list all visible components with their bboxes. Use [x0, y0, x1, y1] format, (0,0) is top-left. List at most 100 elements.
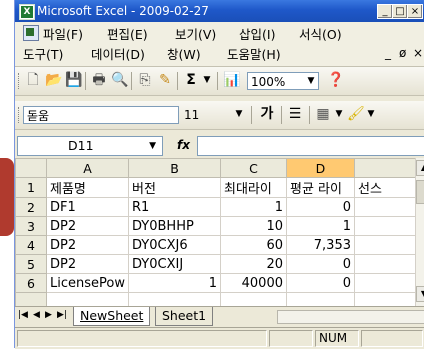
cell[interactable]: 20 — [219, 254, 287, 274]
cell[interactable]: DP2 — [46, 235, 129, 255]
scroll-up-icon[interactable]: ▲ — [416, 160, 424, 176]
menu-file[interactable]: 파일(F) — [43, 24, 83, 43]
cell[interactable]: DP2 — [46, 254, 129, 274]
cell[interactable]: DF1 — [46, 197, 129, 217]
next-sheet-icon[interactable]: ▶ — [45, 310, 52, 320]
doc-restore-button[interactable]: ø — [399, 46, 406, 60]
maximize-button[interactable]: □ — [392, 4, 408, 19]
horizontal-scrollbar[interactable] — [277, 310, 424, 324]
menu-edit[interactable]: 편집(E) — [107, 24, 148, 43]
first-sheet-icon[interactable]: |◀ — [18, 310, 28, 320]
cell[interactable]: 버전 — [127, 177, 221, 198]
chevron-down-icon[interactable]: ▼ — [149, 137, 156, 155]
chevron-down-icon[interactable]: ▼ — [363, 106, 379, 122]
menu-view[interactable]: 보기(V) — [175, 24, 216, 43]
chart-wizard-icon[interactable]: 📊 — [223, 72, 240, 88]
scroll-down-icon[interactable]: ▼ — [416, 286, 424, 302]
row-header[interactable]: 6 — [15, 273, 47, 293]
borders-icon[interactable]: ▦ — [315, 106, 331, 122]
close-button[interactable]: × — [407, 4, 423, 19]
cell[interactable]: 제품명 — [46, 177, 129, 198]
column-header-a[interactable]: A — [46, 158, 129, 178]
cell[interactable]: 평균 라이 — [285, 177, 355, 198]
row-header[interactable]: 2 — [15, 197, 47, 217]
open-icon[interactable]: 📂 — [45, 72, 62, 88]
chevron-down-icon[interactable]: ▼ — [331, 106, 347, 122]
cell[interactable]: 40000 — [219, 273, 287, 293]
toolbar-grip[interactable] — [18, 73, 22, 89]
cell[interactable]: 1 — [285, 216, 355, 236]
cell[interactable]: R1 — [127, 197, 221, 217]
row-header[interactable] — [15, 292, 47, 306]
print-icon[interactable]: 🖶 — [91, 72, 107, 88]
bold-button[interactable]: 가 — [259, 106, 275, 122]
autosum-icon[interactable]: Σ — [183, 72, 199, 88]
menu-insert[interactable]: 삽입(I) — [239, 24, 275, 43]
align-center-icon[interactable]: ☰ — [287, 106, 303, 122]
print-preview-icon[interactable]: 🔍 — [111, 72, 128, 88]
cell[interactable]: 1 — [219, 197, 287, 217]
cell[interactable]: DY0CXIJ — [127, 254, 221, 274]
menu-data[interactable]: 데이터(D) — [91, 44, 145, 63]
font-name-select[interactable]: 돋움 — [23, 106, 179, 124]
cell[interactable] — [353, 273, 418, 293]
cell[interactable]: 선스 — [353, 177, 418, 198]
format-painter-icon[interactable]: ✎ — [157, 72, 173, 88]
prev-sheet-icon[interactable]: ◀ — [33, 310, 40, 320]
row-header[interactable]: 5 — [15, 254, 47, 274]
save-icon[interactable]: 💾 — [65, 72, 82, 88]
cell[interactable]: 60 — [219, 235, 287, 255]
cell[interactable] — [353, 216, 418, 236]
cell[interactable]: 1 — [127, 273, 221, 293]
minimize-button[interactable]: _ — [377, 4, 393, 19]
last-sheet-icon[interactable]: ▶| — [57, 310, 67, 320]
column-header-b[interactable]: B — [127, 158, 221, 178]
menu-help[interactable]: 도움말(H) — [227, 44, 281, 63]
scroll-thumb[interactable] — [416, 180, 424, 204]
select-all-corner[interactable] — [15, 158, 47, 178]
name-box[interactable]: D11 ▼ — [17, 136, 163, 156]
tab-sheet1[interactable]: Sheet1 — [155, 307, 214, 326]
toolbar-grip[interactable] — [18, 107, 22, 123]
cell[interactable]: 10 — [219, 216, 287, 236]
column-header-d[interactable]: D — [285, 158, 355, 178]
cell[interactable]: LicensePow — [46, 273, 129, 293]
excel-icon[interactable]: X — [19, 4, 35, 20]
cell[interactable] — [353, 292, 418, 306]
copy-icon[interactable]: ⎘ — [137, 72, 153, 88]
menu-window[interactable]: 창(W) — [167, 44, 201, 63]
cell[interactable]: DP2 — [46, 216, 129, 236]
cell[interactable]: 0 — [285, 273, 355, 293]
menu-tools[interactable]: 도구(T) — [23, 44, 63, 63]
column-header-e[interactable] — [353, 158, 418, 178]
chevron-down-icon[interactable]: ▼ — [231, 106, 247, 122]
cell[interactable] — [285, 292, 355, 306]
cell[interactable] — [353, 254, 418, 274]
vertical-scrollbar[interactable]: ▲ ▼ — [415, 158, 424, 306]
chevron-down-icon[interactable]: ▼ — [304, 73, 318, 89]
doc-close-button[interactable]: × — [413, 46, 423, 60]
cell[interactable]: 0 — [285, 254, 355, 274]
cell[interactable]: 0 — [285, 197, 355, 217]
row-header[interactable]: 3 — [15, 216, 47, 236]
cell[interactable] — [127, 292, 221, 306]
row-header[interactable]: 4 — [15, 235, 47, 255]
cell[interactable]: 7,353 — [285, 235, 355, 255]
cell[interactable] — [219, 292, 287, 306]
cell[interactable] — [353, 197, 418, 217]
formula-input[interactable] — [197, 136, 424, 156]
autosum-dropdown-icon[interactable]: ▼ — [199, 72, 215, 88]
cell[interactable] — [353, 235, 418, 255]
menu-format[interactable]: 서식(O) — [299, 24, 342, 43]
doc-minimize-button[interactable]: _ — [385, 46, 391, 60]
title-bar[interactable]: X Microsoft Excel - 2009-02-27 _ □ × — [15, 0, 424, 22]
fill-color-icon[interactable]: 🖌 — [347, 106, 365, 122]
cell[interactable]: DY0BHHP — [127, 216, 221, 236]
document-icon[interactable] — [23, 25, 39, 41]
tab-newsheet[interactable]: NewSheet — [73, 307, 151, 326]
font-size-select[interactable]: 11 — [181, 106, 217, 124]
new-icon[interactable]: 🗋 — [25, 72, 41, 88]
cell[interactable]: 최대라이 — [219, 177, 287, 198]
fx-icon[interactable]: fx — [177, 138, 190, 152]
cell[interactable] — [46, 292, 129, 306]
